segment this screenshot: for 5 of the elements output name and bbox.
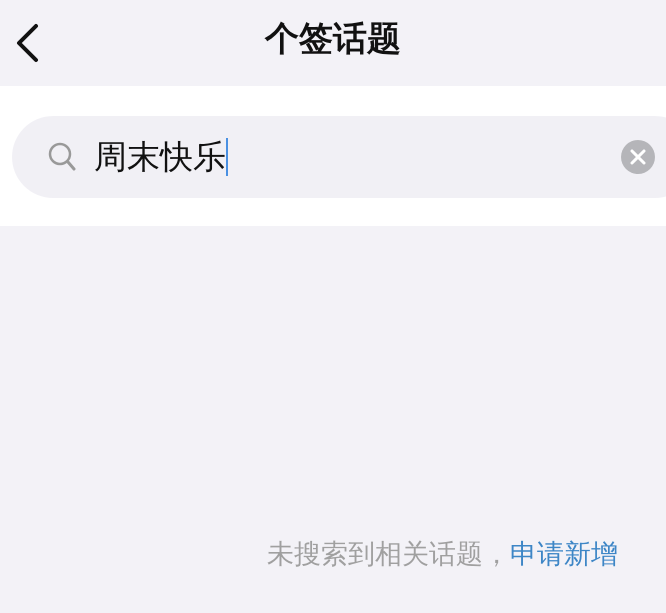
search-icon [48,141,78,173]
page-title: 个签话题 [265,19,401,59]
search-text: 周末快乐 [94,136,226,178]
search-field[interactable]: 周末快乐 [12,116,666,198]
empty-message: 未搜索到相关话题， [267,539,510,570]
